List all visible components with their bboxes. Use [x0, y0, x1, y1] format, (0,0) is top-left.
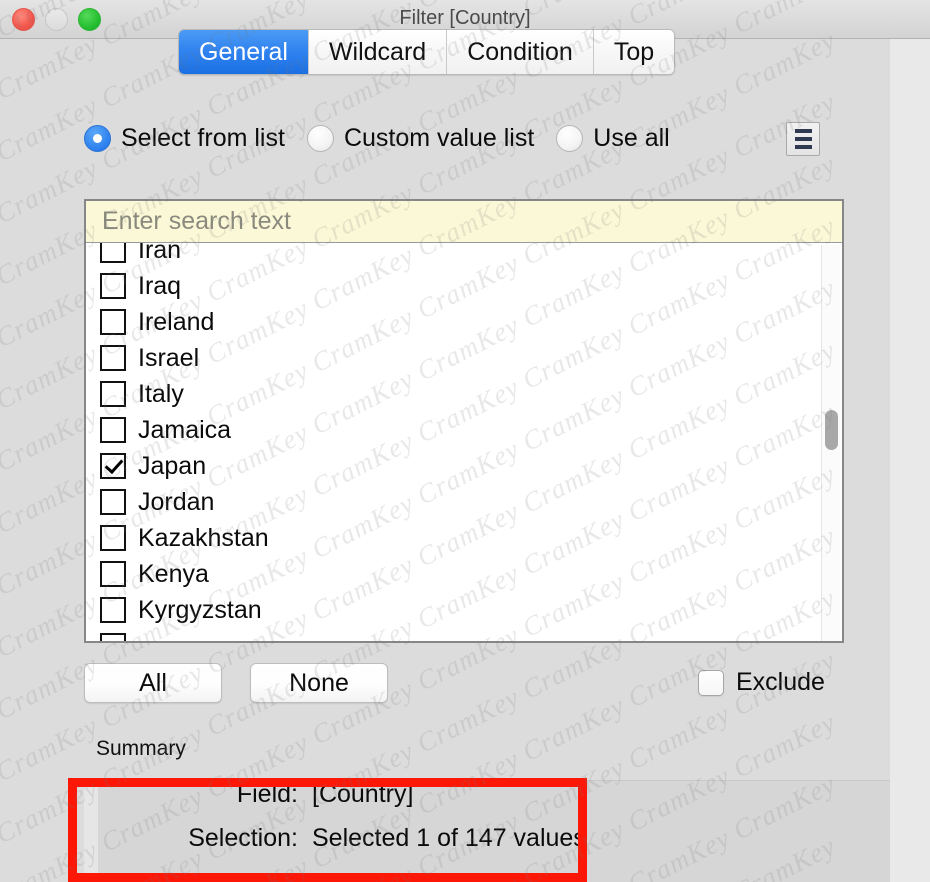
- list-item-label: Italy: [138, 382, 184, 407]
- list-item-label: Kazakhstan: [138, 526, 269, 551]
- radio-unselected-icon[interactable]: [307, 125, 334, 152]
- checkbox-unchecked-icon[interactable]: [100, 273, 126, 299]
- tab-wildcard[interactable]: Wildcard: [309, 30, 447, 74]
- checkbox-unchecked-icon[interactable]: [100, 525, 126, 551]
- summary-field-key: Field:: [98, 780, 312, 809]
- list-item-label: Iran: [138, 243, 181, 263]
- list-item[interactable]: Jamaica: [86, 412, 842, 448]
- list-item-label: Jamaica: [138, 418, 231, 443]
- menu-line: [795, 145, 812, 149]
- filter-dialog-window: Filter [Country] General Wildcard Condit…: [0, 0, 930, 882]
- mode-custom-value-list-label: Custom value list: [344, 124, 534, 153]
- mode-select-from-list-label: Select from list: [121, 124, 285, 153]
- select-all-button[interactable]: All: [84, 663, 222, 703]
- list-item-label: Kyrgyzstan: [138, 598, 262, 623]
- list-item-label: Kenya: [138, 562, 209, 587]
- filter-mode-options: Select from list Custom value list Use a…: [84, 118, 854, 158]
- tab-general[interactable]: General: [179, 30, 309, 74]
- mode-use-all-label: Use all: [593, 124, 669, 153]
- menu-line: [795, 137, 812, 141]
- mode-custom-value-list[interactable]: Custom value list: [307, 124, 534, 153]
- window-title: Filter [Country]: [0, 7, 930, 30]
- summary-rows: Field: [Country] Selection: Selected 1 o…: [98, 780, 598, 868]
- scrollbar-thumb[interactable]: [825, 410, 838, 450]
- checkbox-checked-icon[interactable]: [100, 453, 126, 479]
- exclude-option[interactable]: Exclude: [698, 668, 825, 697]
- list-item[interactable]: Kenya: [86, 556, 842, 592]
- checkbox-unchecked-icon[interactable]: [100, 561, 126, 587]
- summary-row-selection: Selection: Selected 1 of 147 values: [98, 824, 598, 868]
- value-list-panel: Enter search text Iran Iraq Ireland: [84, 199, 844, 643]
- hamburger-menu-icon[interactable]: [786, 122, 820, 156]
- list-item[interactable]: Kyrgyzstan: [86, 592, 842, 628]
- menu-line: [795, 129, 812, 133]
- checkbox-unchecked-icon[interactable]: [100, 417, 126, 443]
- list-item[interactable]: Italy: [86, 376, 842, 412]
- select-none-button[interactable]: None: [250, 663, 388, 703]
- tab-top[interactable]: Top: [594, 30, 674, 74]
- mode-select-from-list[interactable]: Select from list: [84, 124, 285, 153]
- radio-unselected-icon[interactable]: [556, 125, 583, 152]
- list-item[interactable]: Jordan: [86, 484, 842, 520]
- checkbox-unchecked-icon[interactable]: [100, 597, 126, 623]
- checkbox-unchecked-icon[interactable]: [100, 633, 126, 641]
- summary-selection-value: Selected 1 of 147 values: [312, 824, 586, 853]
- summary-selection-key: Selection:: [98, 824, 312, 853]
- checkbox-unchecked-icon[interactable]: [100, 243, 126, 263]
- checkbox-unchecked-icon[interactable]: [100, 381, 126, 407]
- search-input[interactable]: Enter search text: [86, 201, 842, 243]
- list-vertical-scrollbar[interactable]: [821, 245, 840, 641]
- mode-use-all[interactable]: Use all: [556, 124, 669, 153]
- checkbox-unchecked-icon[interactable]: [698, 670, 724, 696]
- summary-row-field: Field: [Country]: [98, 780, 598, 824]
- list-item-label: Jordan: [138, 490, 214, 515]
- summary-field-value: [Country]: [312, 780, 413, 809]
- checkbox-unchecked-icon[interactable]: [100, 489, 126, 515]
- list-item[interactable]: Iraq: [86, 268, 842, 304]
- list-item-label: Israel: [138, 346, 199, 371]
- tab-bar: General Wildcard Condition Top: [178, 29, 675, 75]
- window-right-gutter: [890, 38, 930, 882]
- list-item[interactable]: Israel: [86, 340, 842, 376]
- checkbox-unchecked-icon[interactable]: [100, 345, 126, 371]
- radio-selected-icon[interactable]: [84, 125, 111, 152]
- summary-left-strip: [84, 780, 98, 882]
- value-list: Iran Iraq Ireland Israel Italy: [86, 243, 842, 641]
- list-item-label: Iraq: [138, 274, 181, 299]
- list-item[interactable]: Iran: [86, 243, 842, 268]
- list-item-selected[interactable]: Japan: [86, 448, 842, 484]
- exclude-label: Exclude: [736, 668, 825, 697]
- list-item-label: Japan: [138, 454, 206, 479]
- summary-heading: Summary: [96, 737, 186, 761]
- checkbox-unchecked-icon[interactable]: [100, 309, 126, 335]
- list-item-label: Ireland: [138, 310, 214, 335]
- list-item[interactable]: Ireland: [86, 304, 842, 340]
- value-list-scroll-area[interactable]: Iran Iraq Ireland Israel Italy: [86, 243, 842, 641]
- tab-condition[interactable]: Condition: [447, 30, 594, 74]
- list-item-partial[interactable]: [86, 628, 842, 641]
- list-item[interactable]: Kazakhstan: [86, 520, 842, 556]
- search-placeholder: Enter search text: [102, 207, 291, 236]
